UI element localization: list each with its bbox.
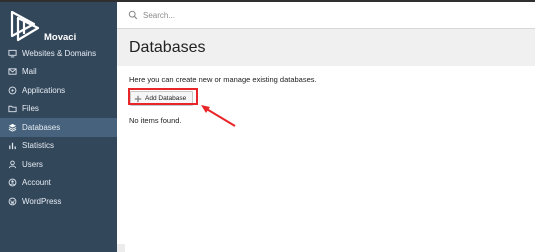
annotation-arrow-icon <box>201 105 236 127</box>
sidebar-item-databases[interactable]: Databases <box>0 118 117 137</box>
sidebar-item-label: Mail <box>22 67 37 77</box>
main-content: Databases Here you can create new or man… <box>117 2 535 252</box>
empty-state-text: No items found. <box>129 116 182 125</box>
apps-icon <box>7 85 17 95</box>
scrollbar-corner <box>117 244 125 252</box>
sidebar-item-account[interactable]: Account <box>0 174 117 193</box>
mail-icon <box>7 67 17 77</box>
sidebar: Movaci Websites & Domains Mail Applicati… <box>0 2 117 252</box>
sidebar-item-label: Account <box>22 178 51 188</box>
search-icon <box>128 10 138 20</box>
sidebar-nav: Websites & Domains Mail Applications Fil… <box>0 44 117 211</box>
sidebar-item-label: Websites & Domains <box>22 48 97 58</box>
sidebar-item-mail[interactable]: Mail <box>0 63 117 82</box>
sidebar-item-wordpress[interactable]: WordPress <box>0 192 117 211</box>
user-icon <box>7 159 17 169</box>
folder-icon <box>7 104 17 114</box>
account-icon <box>7 178 17 188</box>
sidebar-item-label: Files <box>22 104 39 114</box>
search-input[interactable] <box>143 10 343 20</box>
wordpress-icon <box>7 196 17 206</box>
sidebar-item-label: Users <box>22 159 43 169</box>
page-description: Here you can create new or manage existi… <box>129 75 317 84</box>
brand-logo-icon[interactable] <box>8 10 44 42</box>
sidebar-item-users[interactable]: Users <box>0 155 117 174</box>
sidebar-item-label: Applications <box>22 85 66 95</box>
database-icon <box>7 122 17 132</box>
sidebar-item-files[interactable]: Files <box>0 100 117 119</box>
search-bar <box>117 2 535 29</box>
chart-icon <box>7 141 17 151</box>
sidebar-item-websites-domains[interactable]: Websites & Domains <box>0 44 117 63</box>
monitor-icon <box>7 48 17 58</box>
page-header: Databases <box>117 29 535 66</box>
sidebar-item-applications[interactable]: Applications <box>0 81 117 100</box>
sidebar-item-label: WordPress <box>22 196 62 206</box>
sidebar-item-label: Databases <box>22 122 61 132</box>
annotation-highlight-box <box>128 88 198 105</box>
sidebar-item-label: Statistics <box>22 141 55 151</box>
brand-name: Movaci <box>44 32 77 43</box>
page-title: Databases <box>129 39 206 56</box>
sidebar-item-statistics[interactable]: Statistics <box>0 137 117 156</box>
